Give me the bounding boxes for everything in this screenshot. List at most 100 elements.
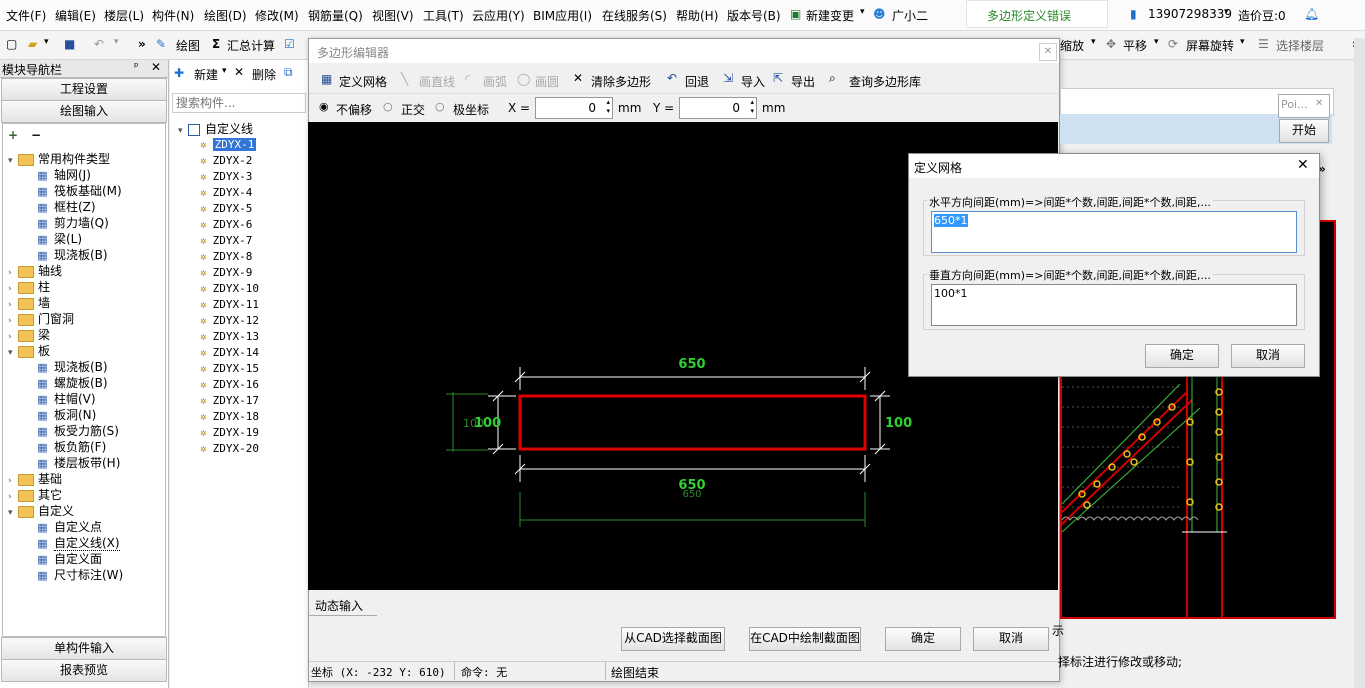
nav-tree-item[interactable]: ▾ 板 xyxy=(8,343,50,359)
expand-arrow-icon[interactable]: ▾ xyxy=(8,505,18,521)
draw-button[interactable]: 绘图 xyxy=(176,37,200,54)
nav-tree-item[interactable]: ▦ 尺寸标注(W) xyxy=(36,567,123,583)
pin-icon[interactable]: ᵖ xyxy=(134,60,139,73)
menu-component[interactable]: 构件(N) xyxy=(152,7,194,24)
new-file-icon[interactable]: ▢ xyxy=(6,37,17,51)
pan-dropdown-icon[interactable]: ▾ xyxy=(1154,37,1159,47)
horizontal-spacing-input[interactable]: 650*1 xyxy=(931,211,1297,253)
component-item[interactable]: ✲ ZDYX-7 xyxy=(200,233,252,249)
grid-cancel-button[interactable]: 取消 xyxy=(1231,344,1305,368)
component-item[interactable]: ✲ ZDYX-17 xyxy=(200,393,259,409)
menu-modify[interactable]: 修改(M) xyxy=(255,7,299,24)
menu-bim[interactable]: BIM应用(I) xyxy=(533,7,592,24)
copy-icon[interactable]: ⧉ xyxy=(284,65,293,80)
expand-arrow-icon[interactable]: ▾ xyxy=(8,153,18,169)
component-item[interactable]: ✲ ZDYX-3 xyxy=(200,169,252,185)
start-button[interactable]: 开始 xyxy=(1279,119,1329,143)
menu-version[interactable]: 版本号(B) xyxy=(727,7,781,24)
draw-circle-button[interactable]: 画圆 xyxy=(535,73,559,90)
editor-close-icon[interactable]: ✕ xyxy=(1039,43,1057,61)
single-input-button[interactable]: 单构件输入 xyxy=(1,637,167,660)
menu-draw[interactable]: 绘图(D) xyxy=(204,7,247,24)
component-item[interactable]: ✲ ZDYX-6 xyxy=(200,217,252,233)
rotate-button[interactable]: 屏幕旋转 xyxy=(1186,37,1234,54)
y-input[interactable]: 0 ▴ ▾ xyxy=(679,97,757,119)
nav-tree-item[interactable]: ▾ 自定义 xyxy=(8,503,74,519)
collapse-all-icon[interactable]: − xyxy=(31,128,41,142)
delete-component-button[interactable]: 删除 xyxy=(252,66,276,83)
nav-tree-item[interactable]: ▦ 自定义面 xyxy=(36,551,102,567)
nav-tree-item[interactable]: ▦ 板受力筋(S) xyxy=(36,423,119,439)
component-item[interactable]: ✲ ZDYX-20 xyxy=(200,441,259,457)
nav-tree-item[interactable]: ▦ 现浇板(B) xyxy=(36,247,107,263)
component-item[interactable]: ✲ ZDYX-18 xyxy=(200,409,259,425)
nav-tree-item[interactable]: ▦ 剪力墙(Q) xyxy=(36,215,109,231)
menu-rebar[interactable]: 钢筋量(Q) xyxy=(308,7,363,24)
component-item[interactable]: ✲ ZDYX-4 xyxy=(200,185,252,201)
component-item[interactable]: ✲ ZDYX-14 xyxy=(200,345,259,361)
polar-radio[interactable]: ○ xyxy=(435,100,445,113)
nav-tree-item[interactable]: ▦ 筏板基础(M) xyxy=(36,183,121,199)
y-spinner-icon[interactable]: ▴ ▾ xyxy=(750,98,754,116)
draw-arc-button[interactable]: 画弧 xyxy=(483,73,507,90)
nav-tree-item[interactable]: ▦ 轴网(J) xyxy=(36,167,91,183)
pan-button[interactable]: 平移 xyxy=(1123,37,1147,54)
component-item[interactable]: ✲ ZDYX-9 xyxy=(200,265,252,281)
expand-arrow-icon[interactable]: ▾ xyxy=(8,345,18,361)
zoom-button[interactable]: 缩放 xyxy=(1060,37,1084,54)
component-item[interactable]: ✲ ZDYX-11 xyxy=(200,297,259,313)
nav-tree-item[interactable]: › 梁 xyxy=(8,327,50,343)
open-folder-icon[interactable]: ▰ xyxy=(28,37,37,51)
import-button[interactable]: 导入 xyxy=(741,73,765,90)
nav-tree-item[interactable]: ▦ 楼层板带(H) xyxy=(36,455,120,471)
search-input[interactable] xyxy=(172,93,306,113)
component-item[interactable]: ✲ ZDYX-10 xyxy=(200,281,259,297)
account-dropdown-icon[interactable]: ▾ xyxy=(1224,7,1229,17)
menu-online[interactable]: 在线服务(S) xyxy=(602,7,667,24)
component-item[interactable]: ✲ ZDYX-13 xyxy=(200,329,259,345)
undo-button[interactable]: 回退 xyxy=(685,73,709,90)
define-grid-button[interactable]: 定义网格 xyxy=(339,73,387,90)
nav-tree-item[interactable]: › 墙 xyxy=(8,295,50,311)
nav-tree-item[interactable]: ▦ 自定义点 xyxy=(36,519,102,535)
close-icon[interactable]: ✕ xyxy=(151,60,161,74)
no-offset-radio[interactable]: ◉ xyxy=(319,100,329,113)
menu-tools[interactable]: 工具(T) xyxy=(423,7,464,24)
account-phone[interactable]: 13907298339 xyxy=(1148,7,1232,21)
undo-dropdown-icon[interactable]: ▾ xyxy=(114,37,119,47)
bell-icon[interactable]: 🔔︎ xyxy=(1304,7,1319,21)
export-button[interactable]: 导出 xyxy=(791,73,815,90)
nav-tree-item[interactable]: ▦ 板洞(N) xyxy=(36,407,96,423)
component-root[interactable]: ▾ 自定义线 xyxy=(170,121,253,137)
draw-line-button[interactable]: 画直线 xyxy=(419,73,455,90)
nav-tree-item[interactable]: › 基础 xyxy=(8,471,62,487)
new-component-button[interactable]: 新建 xyxy=(194,66,218,83)
nav-tree-item[interactable]: › 门窗洞 xyxy=(8,311,74,327)
query-polygon-library-button[interactable]: 查询多边形库 xyxy=(849,73,921,90)
select-floor-button[interactable]: 选择楼层 xyxy=(1276,37,1324,54)
component-item[interactable]: ✲ ZDYX-15 xyxy=(200,361,259,377)
nav-tree-item[interactable]: ▦ 自定义线(X) xyxy=(36,535,120,551)
nav-tree-item[interactable]: ▦ 柱帽(V) xyxy=(36,391,95,407)
component-item[interactable]: ✲ ZDYX-2 xyxy=(200,153,252,169)
menu-new-change[interactable]: 新建变更 xyxy=(806,7,854,24)
drawing-input-button[interactable]: 绘图输入 xyxy=(1,100,167,123)
select-from-cad-button[interactable]: 从CAD选择截面图 xyxy=(621,627,725,651)
new-dropdown-icon[interactable]: ▾ xyxy=(222,66,227,76)
nav-tree-item[interactable]: ▦ 板负筋(F) xyxy=(36,439,106,455)
x-input[interactable]: 0 ▴ ▾ xyxy=(535,97,613,119)
menu-file[interactable]: 文件(F) xyxy=(6,7,46,24)
component-item[interactable]: ✲ ZDYX-12 xyxy=(200,313,259,329)
nav-tree-item[interactable]: ▦ 框柱(Z) xyxy=(36,199,95,215)
menu-view[interactable]: 视图(V) xyxy=(372,7,414,24)
nav-tree-item[interactable]: ▦ 螺旋板(B) xyxy=(36,375,107,391)
component-item[interactable]: ✲ ZDYX-16 xyxy=(200,377,259,393)
ortho-radio[interactable]: ○ xyxy=(383,100,393,113)
x-spinner-icon[interactable]: ▴ ▾ xyxy=(606,98,610,116)
grid-dialog-close-icon[interactable]: ✕ xyxy=(1297,157,1309,173)
report-preview-button[interactable]: 报表预览 xyxy=(1,659,167,682)
menu-assistant[interactable]: 广小二 xyxy=(892,7,928,24)
sum-button[interactable]: 汇总计算 xyxy=(227,37,275,54)
save-icon[interactable]: ■ xyxy=(64,37,75,51)
overflow-icon[interactable]: » xyxy=(138,37,146,51)
